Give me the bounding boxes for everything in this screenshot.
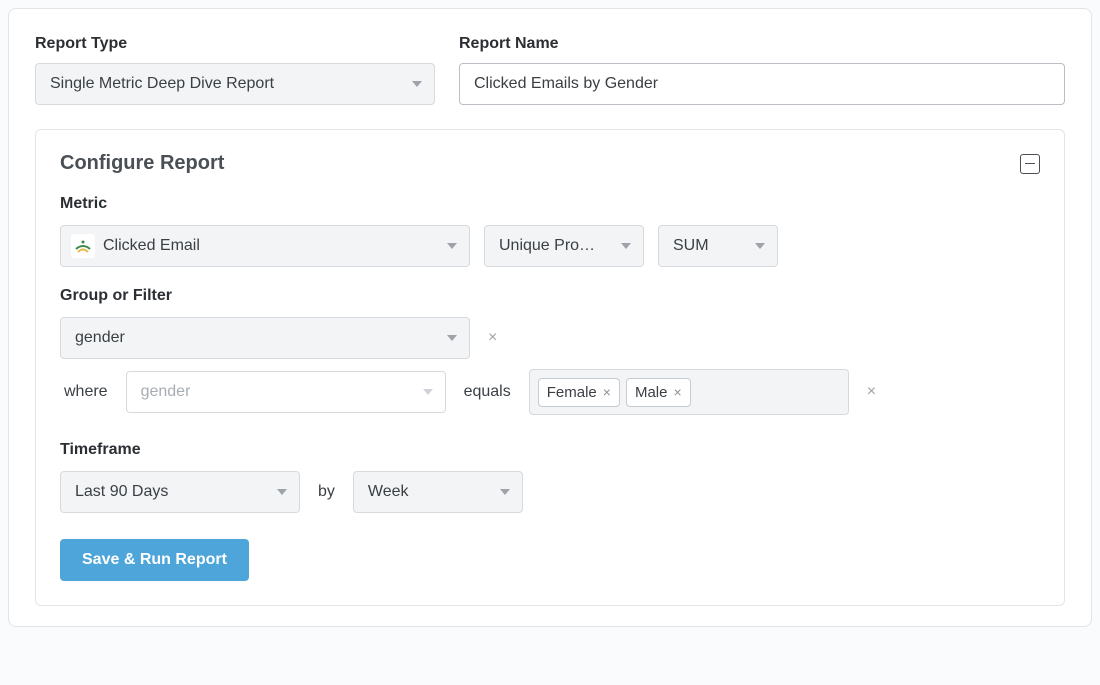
timeframe-value: Last 90 Days: [75, 483, 168, 501]
interval-select[interactable]: Week: [353, 471, 523, 513]
metric-row: Clicked Email Unique Pro… SUM: [60, 225, 1040, 267]
configure-report-title: Configure Report: [60, 152, 224, 175]
group-filter-label: Group or Filter: [60, 287, 1040, 305]
report-name-label: Report Name: [459, 35, 1065, 53]
group-value: gender: [75, 329, 125, 347]
group-row: gender ×: [60, 317, 1040, 359]
where-field-select[interactable]: gender: [126, 371, 446, 413]
config-header: Configure Report: [60, 152, 1040, 175]
where-row: where gender equals Female × Male × ×: [60, 369, 1040, 415]
remove-group-button[interactable]: ×: [484, 326, 501, 350]
collapse-button[interactable]: [1020, 154, 1040, 174]
chevron-down-icon: [621, 243, 631, 249]
chevron-down-icon: [423, 389, 433, 395]
chevron-down-icon: [755, 243, 765, 249]
equals-label: equals: [460, 383, 515, 401]
aggregation-value: SUM: [673, 237, 709, 255]
group-select[interactable]: gender: [60, 317, 470, 359]
metric-select[interactable]: Clicked Email: [60, 225, 470, 267]
report-name-field: Report Name: [459, 35, 1065, 105]
save-run-button[interactable]: Save & Run Report: [60, 539, 249, 581]
filter-tag-female: Female ×: [538, 378, 620, 407]
chevron-down-icon: [447, 335, 457, 341]
remove-filter-button[interactable]: ×: [863, 380, 880, 404]
report-type-field: Report Type Single Metric Deep Dive Repo…: [35, 35, 435, 105]
timeframe-label: Timeframe: [60, 441, 1040, 459]
filter-tag-male: Male ×: [626, 378, 691, 407]
timeframe-row: Last 90 Days by Week: [60, 471, 1040, 513]
filter-values-input[interactable]: Female × Male ×: [529, 369, 849, 415]
chevron-down-icon: [277, 489, 287, 495]
report-type-select[interactable]: Single Metric Deep Dive Report: [35, 63, 435, 105]
report-type-label: Report Type: [35, 35, 435, 53]
remove-tag-button[interactable]: ×: [673, 385, 681, 399]
minus-icon: [1025, 163, 1035, 165]
top-row: Report Type Single Metric Deep Dive Repo…: [35, 35, 1065, 105]
metric-label: Metric: [60, 195, 1040, 213]
metric-app-icon: [71, 234, 95, 258]
measure-value: Unique Pro…: [499, 237, 595, 255]
tag-label: Female: [547, 384, 597, 401]
where-label: where: [60, 383, 112, 401]
by-label: by: [314, 483, 339, 501]
report-type-value: Single Metric Deep Dive Report: [50, 75, 274, 93]
metric-value: Clicked Email: [103, 237, 200, 255]
chevron-down-icon: [447, 243, 457, 249]
configure-report-panel: Configure Report Metric Clicked Email: [35, 129, 1065, 606]
timeframe-select[interactable]: Last 90 Days: [60, 471, 300, 513]
report-builder-card: Report Type Single Metric Deep Dive Repo…: [8, 8, 1092, 627]
chevron-down-icon: [412, 81, 422, 87]
interval-value: Week: [368, 483, 409, 501]
tag-label: Male: [635, 384, 668, 401]
aggregation-select[interactable]: SUM: [658, 225, 778, 267]
measure-select[interactable]: Unique Pro…: [484, 225, 644, 267]
chevron-down-icon: [500, 489, 510, 495]
report-name-input[interactable]: [459, 63, 1065, 105]
where-field-placeholder: gender: [141, 383, 191, 401]
remove-tag-button[interactable]: ×: [603, 385, 611, 399]
